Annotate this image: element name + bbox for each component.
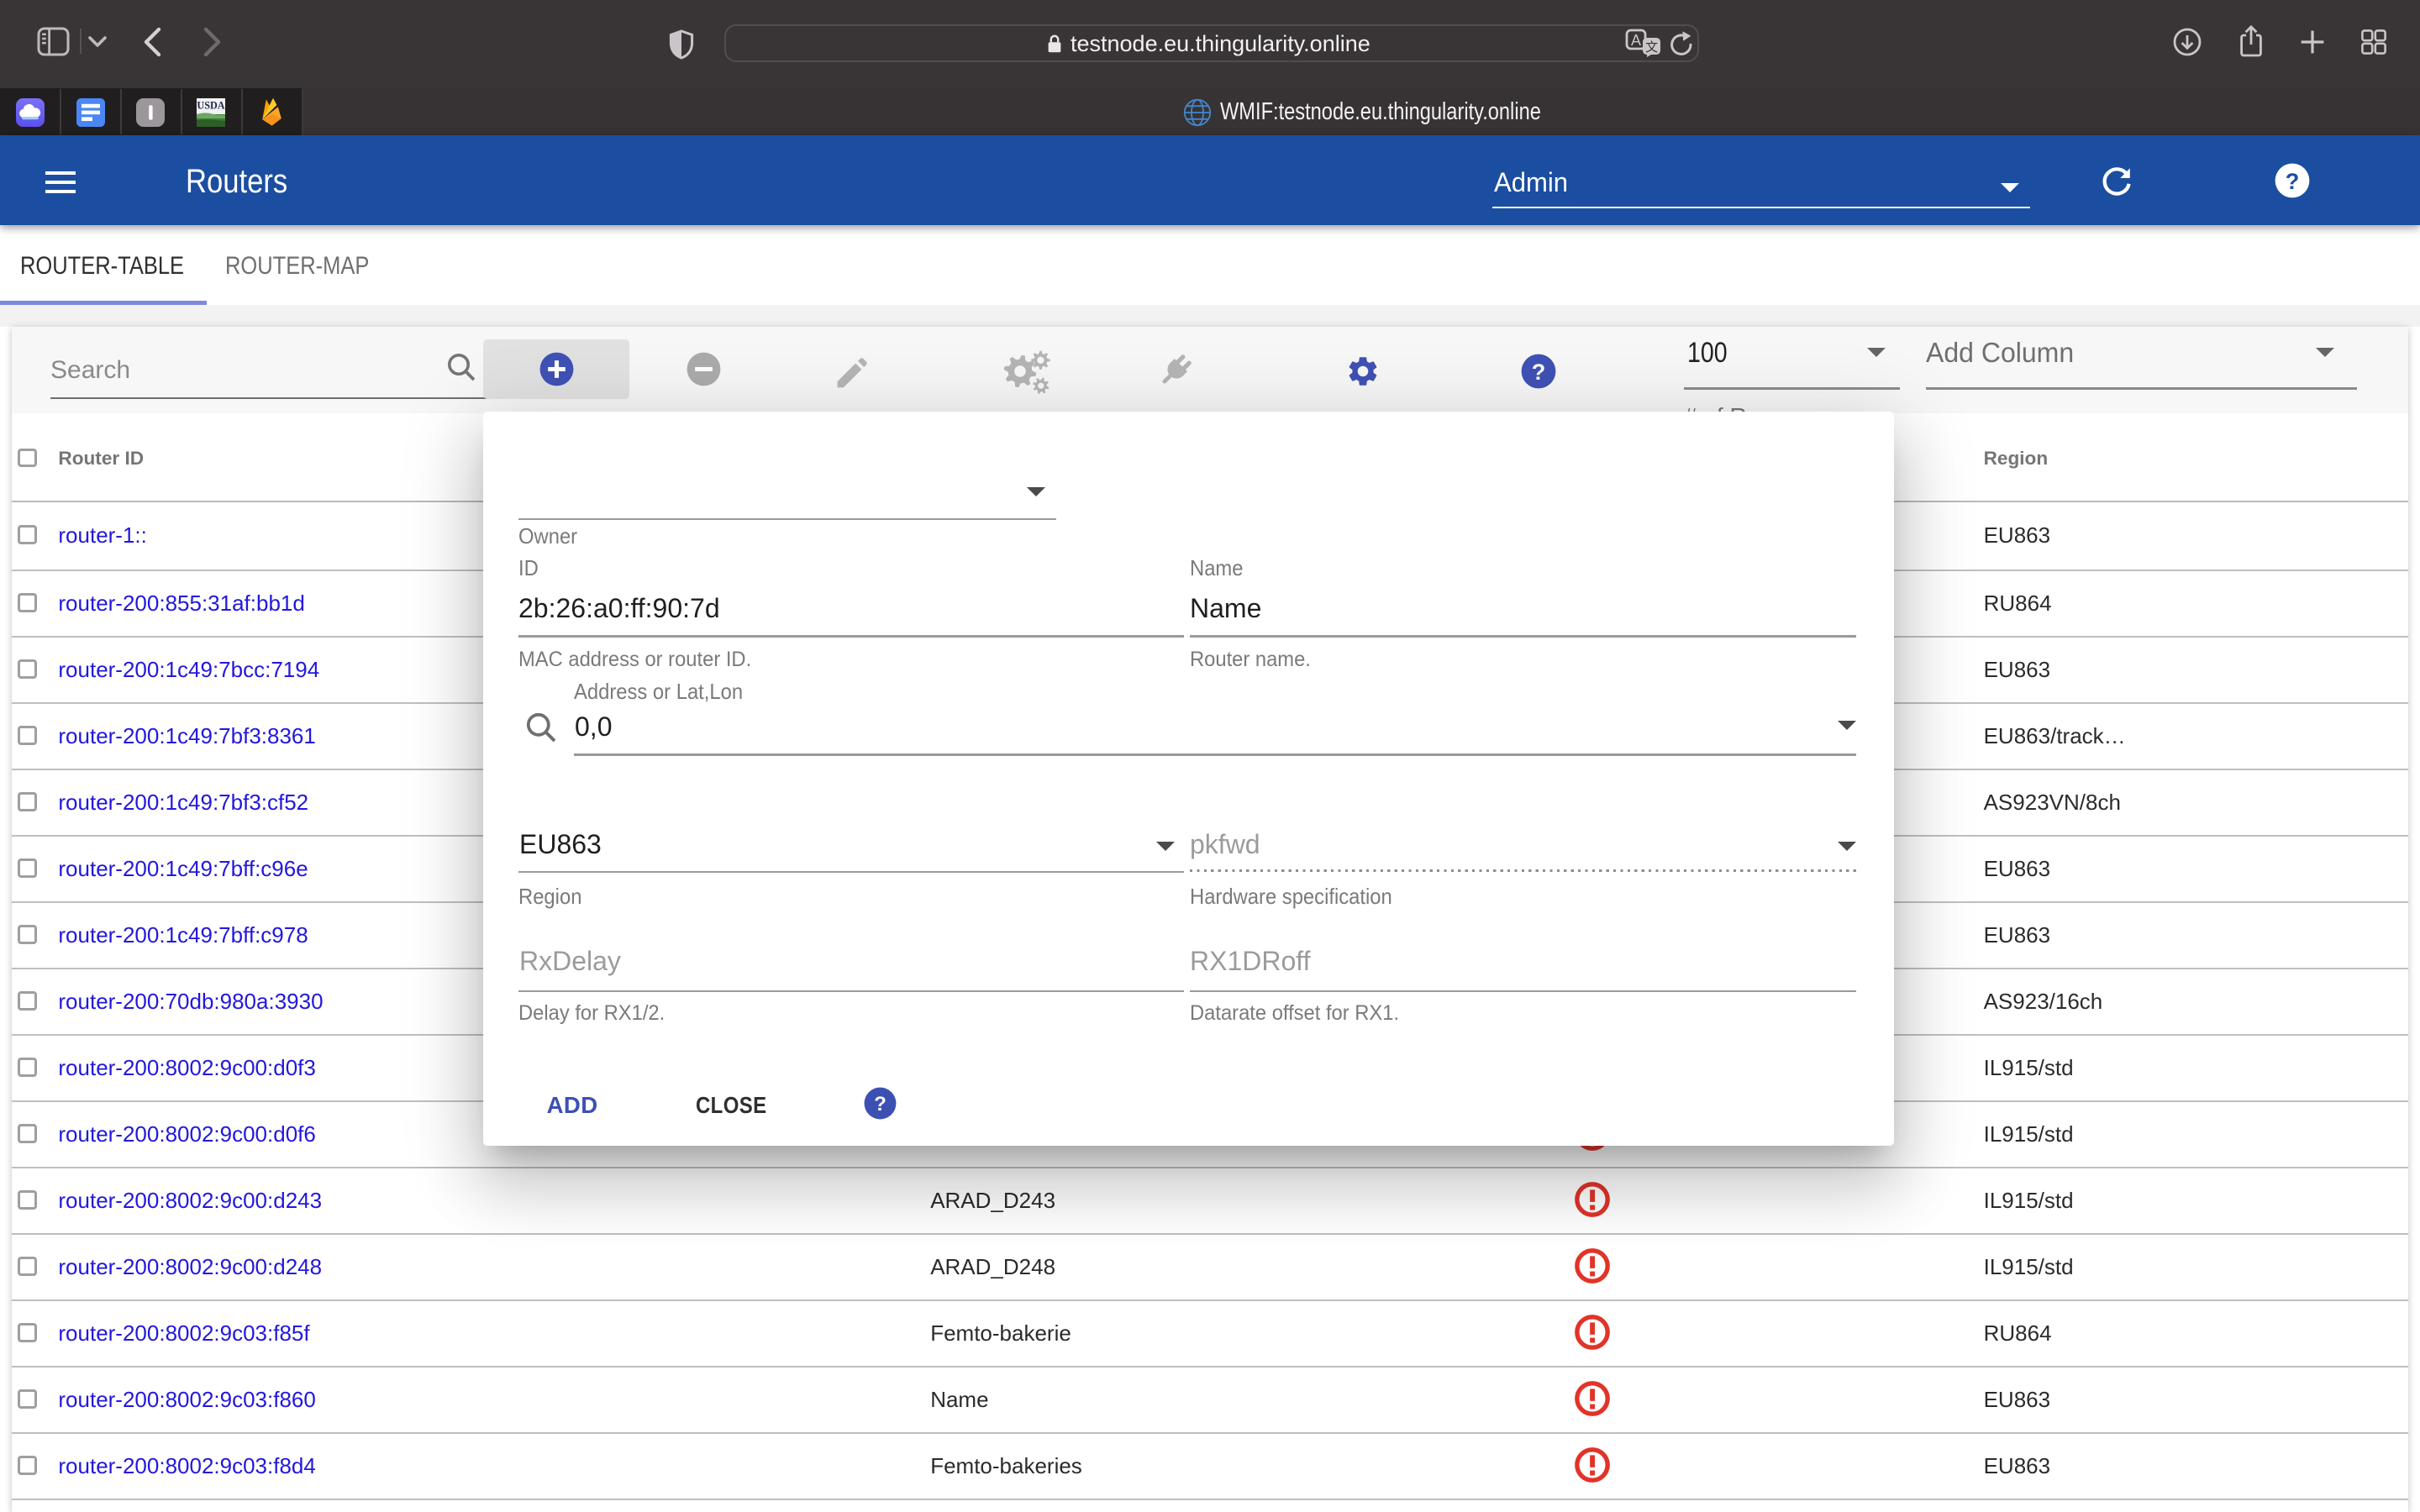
svg-text:?: ? bbox=[874, 1093, 886, 1116]
svg-text:A: A bbox=[1631, 32, 1641, 49]
svg-text:文: 文 bbox=[1645, 40, 1658, 55]
svg-text:?: ? bbox=[1532, 360, 1546, 385]
svg-text:?: ? bbox=[2286, 169, 2300, 194]
svg-text:USDA: USDA bbox=[197, 99, 225, 111]
